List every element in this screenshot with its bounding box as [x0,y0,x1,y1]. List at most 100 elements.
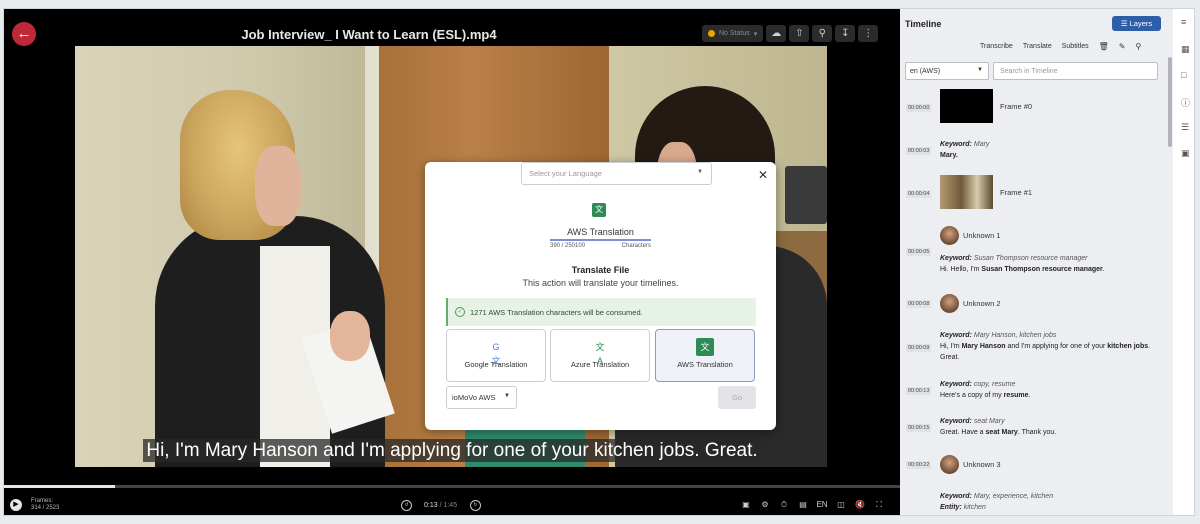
alert-text: 1271 AWS Translation characters will be … [470,307,643,317]
play-icon[interactable]: ▶ [10,499,22,511]
more-options-icon[interactable]: ⋮ [858,25,879,42]
picture-in-picture-icon[interactable]: ▣ [740,500,752,510]
list-icon[interactable]: ☰ [1181,122,1189,133]
player-controls: ▶ Frames: 314 / 2523 ↺ 0:13 / 1:45 ↻ ▣ ⚙… [4,495,900,515]
transcript-text: . [1102,266,1105,273]
timeline-language-select[interactable]: en (AWS) ▼ [905,62,989,80]
language-label[interactable]: EN [816,500,828,510]
google-translate-icon: G文 [491,342,501,366]
provider-azure[interactable]: 文A Azure Translation [550,329,650,382]
keyword-label: Keyword: [940,332,972,339]
character-usage: 390 / 250100 Characters [550,243,651,249]
entity-label: Entity: [940,504,962,511]
fullscreen-icon[interactable]: ⛶ [873,500,885,510]
keyword-block: Keyword: Mary Mary. [940,139,1165,161]
keyword-label: Keyword: [940,255,972,262]
frame-thumbnail [940,89,993,123]
scene-phone [785,166,827,224]
keyword-value: Susan Thompson resource manager [973,255,1088,262]
tab-translate[interactable]: Translate [1023,43,1052,50]
share-icon[interactable]: ⇧ [789,25,810,42]
character-count: 390 / 250100 [550,243,586,249]
trash-icon[interactable]: 🗑 [1099,42,1109,51]
timestamp: 00:00:05 [906,248,932,256]
aspect-icon[interactable]: ◫ [835,500,847,510]
player-toolbar: No Status ▾ ☁ ⇧ ⚲ ↧ ⋮ [702,25,879,42]
keyword-block: Keyword: Mary Hanson, kitchen jobs Hi, I… [940,330,1165,363]
download-icon[interactable]: ↧ [835,25,856,42]
settings-icon[interactable]: ⚙ [759,500,771,510]
search-icon[interactable]: ⚲ [812,25,833,42]
edit-icon[interactable]: ✎ [1119,42,1126,51]
transcript-text: Great. Have a [940,429,986,436]
modal-subtitle: This action will translate your timeline… [522,278,679,288]
provider-label: Azure Translation [570,360,630,369]
transcript-text: Hi, I'm [940,343,962,350]
language-placeholder: Select your Language [529,169,602,178]
scene-person-1-hand [330,311,370,361]
captions-icon[interactable]: ▤ [797,500,809,510]
right-toolbar: ≡ ▦ □ ⓘ ☰ ▣ [1176,9,1194,515]
speaker-label: Unknown 2 [963,299,1001,308]
keyword-block: Keyword: seat Mary Great. Have a seat Ma… [940,416,1165,438]
status-label: No Status [719,30,750,37]
timestamp: 00:00:22 [906,461,932,469]
transcript-keyword: resume [1003,392,1029,399]
mute-icon[interactable]: 🔇 [854,500,866,510]
layers-button[interactable]: ☰ Layers [1112,16,1161,31]
keyword-value: Mary, experience, kitchen [973,493,1054,500]
chevron-down-icon: ▼ [697,169,703,175]
timeline-language-value: en (AWS) [910,68,941,75]
azure-translate-icon: 文A [595,342,605,366]
report-icon[interactable]: ▦ [1181,44,1190,55]
time-current: 0:13 [424,502,438,509]
forward-icon[interactable]: ↻ [470,500,481,511]
find-replace-icon[interactable]: ⚲ [1135,42,1141,51]
keyword-label: Keyword: [940,418,972,425]
tab-transcribe[interactable]: Transcribe [980,43,1013,50]
timeline-search-input[interactable]: Search in Timeline [993,62,1158,80]
video-player[interactable]: ← Job Interview_ I Want to Learn (ESL).m… [4,9,900,515]
rewind-icon[interactable]: ↺ [401,500,412,511]
keyword-value: seat Mary [973,418,1005,425]
layers-label: Layers [1129,19,1153,28]
keyword-value: Mary Hanson, kitchen jobs [973,332,1057,339]
transcript-text: . [1028,392,1031,399]
transcript-keyword: seat Mary [985,429,1018,436]
timeline-scrollbar[interactable] [1168,57,1172,147]
clipboard-icon[interactable]: ▣ [1181,148,1190,159]
info-icon[interactable]: ⓘ [1181,96,1190,109]
player-right-controls: ▣ ⚙ ⏱ ▤ EN ◫ 🔇 ⛶ [740,500,885,510]
transcript-text: and I'm applying for one of your [1005,343,1108,350]
close-icon[interactable]: ✕ [758,168,768,182]
avatar [940,226,959,245]
provider-google[interactable]: G文 Google Translation [446,329,546,382]
status-dropdown[interactable]: No Status ▾ [702,25,764,42]
chevron-down-icon: ▾ [753,30,758,38]
collapse-icon[interactable]: ≡ [1181,17,1186,27]
timestamp: 00:00:04 [906,190,932,198]
avatar [940,294,959,313]
back-button[interactable]: ← [12,22,36,46]
engine-value: ioMoVo AWS [452,393,496,402]
timecode: 0:13 / 1:45 [424,502,457,509]
transcript-keyword: Mary Hanson [961,343,1006,350]
speaker-label: Unknown 3 [963,460,1001,469]
go-button[interactable]: Go [718,386,756,409]
comment-icon[interactable]: □ [1181,70,1186,80]
keyword-block: Keyword: Susan Thompson resource manager… [940,253,1165,275]
timestamp: 00:00:00 [906,104,932,112]
tab-subtitles[interactable]: Subtitles [1062,43,1089,50]
language-select[interactable]: Select your Language ▼ [521,162,712,185]
transcript-text: Mary. [940,152,958,159]
transcript-keyword: kitchen jobs [1107,343,1149,350]
cloud-upload-icon[interactable]: ☁ [766,25,787,42]
provider-aws[interactable]: 文 AWS Translation [655,329,755,382]
seek-bar[interactable] [4,485,900,488]
transcript-text: Here's a copy of my [940,392,1004,399]
speed-icon[interactable]: ⏱ [778,500,790,510]
engine-select[interactable]: ioMoVo AWS ▼ [446,386,517,409]
timeline-panel: Timeline ☰ Layers Transcribe Translate S… [900,9,1173,515]
entity-value: kitchen [963,504,986,511]
keyword-block: Keyword: Mary, experience, kitchen Entit… [940,491,1165,513]
